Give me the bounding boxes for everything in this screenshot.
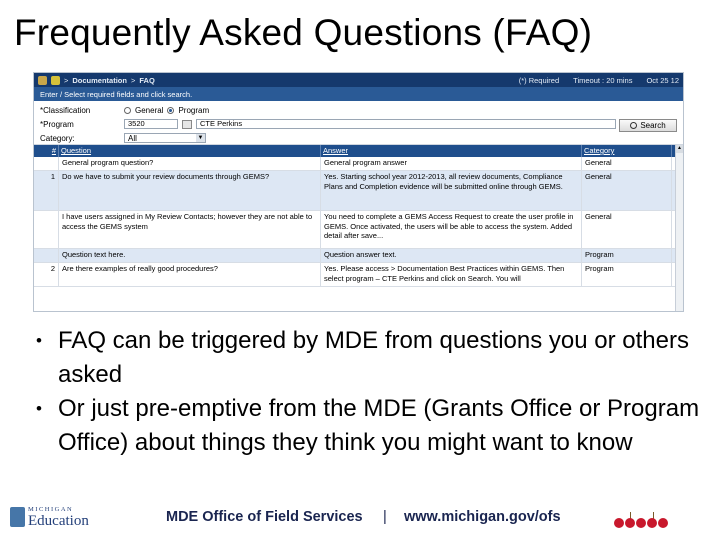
column-header-category[interactable]: Category [582,145,672,157]
program-code-field[interactable]: 3520 [124,119,178,129]
slide-title: Frequently Asked Questions (FAQ) [14,12,593,53]
home-icon[interactable] [38,75,47,85]
row-answer: Yes. Please access > Documentation Best … [321,263,582,286]
breadcrumb-documentation[interactable]: Documentation [72,76,127,85]
row-number [34,157,59,170]
footer-url: www.michigan.gov/ofs [404,509,561,525]
classification-program-radio[interactable] [167,106,175,114]
footer-bar: MICHIGAN Education MDE Office of Field S… [0,494,720,540]
table-row[interactable]: 2 Are there examples of really good proc… [34,263,683,287]
row-answer: You need to complete a GEMS Access Reque… [321,211,582,248]
app-header-bar: > Documentation > FAQ (*) Required Timeo… [34,73,683,87]
column-header-answer[interactable]: Answer [321,145,582,157]
favorite-icon[interactable] [51,75,60,85]
program-lookup-icon[interactable] [182,119,192,129]
row-category: Program [582,249,672,262]
search-button-label: Search [640,121,666,130]
table-row[interactable]: I have users assigned in My Review Conta… [34,211,683,249]
category-select[interactable]: All ▼ [124,133,206,143]
row-category: Program [582,263,672,286]
row-question: Question text here. [59,249,321,262]
bullet-item: • FAQ can be triggered by MDE from quest… [36,324,706,392]
column-header-question[interactable]: Question [59,145,321,157]
category-select-value: All [128,133,137,143]
required-note: (*) Required [518,75,560,85]
row-question: General program question? [59,157,321,170]
category-row: Category: All ▼ [40,132,206,144]
bullet-dot: • [36,331,42,350]
row-category: General [582,157,672,170]
breadcrumb-faq: FAQ [139,75,155,85]
bullet-text: FAQ can be triggered by MDE from questio… [58,327,689,388]
logo-state-text: MICHIGAN [28,506,74,513]
search-icon [630,122,638,129]
logo-education-text: Education [28,513,89,529]
column-header-number[interactable]: # [34,145,59,157]
row-answer: Yes. Starting school year 2012-2013, all… [321,171,582,210]
date-label: Oct 25 12 [646,75,679,85]
row-category: General [582,211,672,248]
faq-screenshot: > Documentation > FAQ (*) Required Timeo… [33,72,684,312]
row-answer: Question answer text. [321,249,582,262]
footer-separator: | [383,509,387,525]
footer-office-name: MDE Office of Field Services [166,509,363,525]
bullet-item: • Or just pre-emptive from the MDE (Gran… [36,392,706,460]
grid-scrollbar[interactable]: ▲ [675,145,683,311]
michigan-map-icon [10,507,25,527]
row-number [34,249,59,262]
search-form: *Classification General Program *Program… [34,101,683,145]
program-row: *Program 3520 CTE Perkins [40,118,616,130]
bullet-dot: • [36,399,42,418]
classification-row: *Classification General Program [40,104,209,116]
apples-decoration-icon [614,512,678,532]
bullet-text: Or just pre-emptive from the MDE (Grants… [58,395,700,456]
chevron-down-icon[interactable]: ▼ [196,134,205,142]
row-number [34,211,59,248]
row-category: General [582,171,672,210]
row-question: I have users assigned in My Review Conta… [59,211,321,248]
table-row[interactable]: General program question? General progra… [34,157,683,171]
timeout-label: Timeout : 20 mins [573,75,633,85]
classification-general-label[interactable]: General [135,106,163,115]
row-number: 1 [34,171,59,210]
row-question: Do we have to submit your review documen… [59,171,321,210]
table-row[interactable]: Question text here. Question answer text… [34,249,683,263]
bullet-list: • FAQ can be triggered by MDE from quest… [36,324,706,460]
scroll-up-icon[interactable]: ▲ [676,145,683,153]
classification-program-label[interactable]: Program [178,106,209,115]
table-row[interactable]: 1 Do we have to submit your review docum… [34,171,683,211]
instructions-bar: Enter / Select required fields and click… [34,87,683,101]
program-name-field[interactable]: CTE Perkins [196,119,616,129]
faq-grid: # Question Answer Category General progr… [34,145,683,311]
search-button[interactable]: Search [619,119,677,132]
row-question: Are there examples of really good proced… [59,263,321,286]
program-label: *Program [40,119,74,129]
row-number: 2 [34,263,59,286]
row-answer: General program answer [321,157,582,170]
category-label: Category: [40,133,75,143]
grid-header: # Question Answer Category [34,145,683,157]
classification-general-radio[interactable] [124,106,131,114]
classification-label: *Classification [40,105,91,115]
michigan-education-logo: MICHIGAN Education [8,503,100,533]
breadcrumb-separator: > [64,75,69,85]
breadcrumb-separator: > [130,75,136,85]
